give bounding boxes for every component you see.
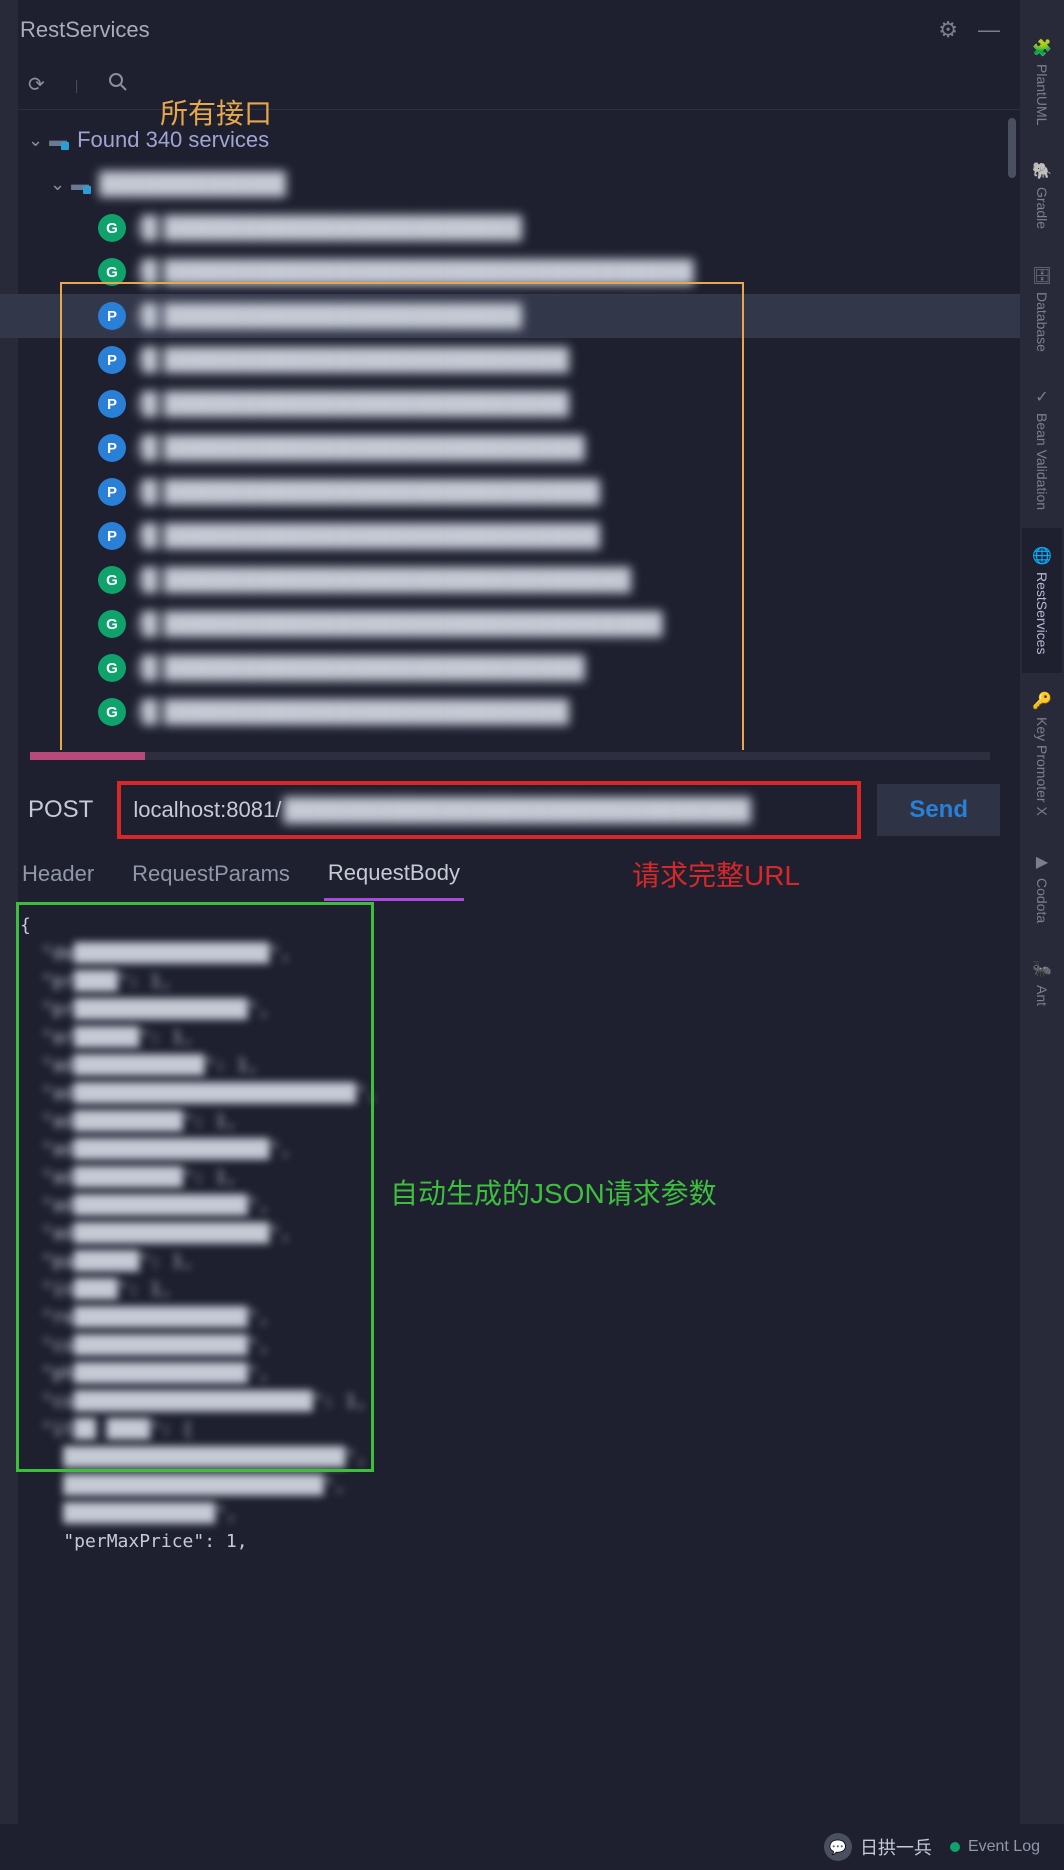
endpoint-row[interactable]: P /█ ██████████████████████████ bbox=[0, 382, 1020, 426]
tab-request-params[interactable]: RequestParams bbox=[128, 849, 294, 899]
horizontal-scrollbar[interactable] bbox=[30, 752, 990, 760]
tab-header[interactable]: Header bbox=[18, 849, 98, 899]
json-body-text[interactable]: { "de██████████████████", "pr████": 1, "… bbox=[20, 912, 1000, 1556]
wechat-icon: 💬 bbox=[824, 1833, 852, 1861]
panel-title: RestServices bbox=[20, 17, 150, 43]
tree-module[interactable]: ⌄ ▬ ████████████ bbox=[0, 162, 1020, 206]
post-badge-icon: P bbox=[98, 346, 126, 374]
endpoint-path: /█ ██████████████████████████████ bbox=[136, 567, 631, 593]
endpoint-row[interactable]: G /█ ███████████████████████████ bbox=[0, 646, 1020, 690]
post-badge-icon: P bbox=[98, 302, 126, 330]
database-icon: 🗄 bbox=[1032, 266, 1052, 286]
endpoint-path: /█ ████████████████████████████████ bbox=[136, 611, 663, 637]
event-log[interactable]: Event Log bbox=[950, 1838, 1040, 1856]
endpoint-row[interactable]: P /█ ████████████████████████████ bbox=[0, 514, 1020, 558]
post-badge-icon: P bbox=[98, 390, 126, 418]
endpoint-row[interactable]: G /█ ██████████████████████████████ bbox=[0, 558, 1020, 602]
toolbar: ⟳ | bbox=[0, 60, 1020, 110]
post-badge-icon: P bbox=[98, 522, 126, 550]
endpoint-row[interactable]: P /█ ███████████████████████████ bbox=[0, 426, 1020, 470]
post-badge-icon: P bbox=[98, 434, 126, 462]
request-tabs: Header RequestParams RequestBody 请求完整URL bbox=[0, 846, 1020, 902]
folder-icon: ▬ bbox=[49, 130, 69, 151]
right-sidebar: 🧩PlantUML🐘Gradle🗄Database✓Bean Validatio… bbox=[1020, 0, 1064, 1870]
sidebar-item-plantuml[interactable]: 🧩PlantUML bbox=[1022, 20, 1062, 143]
folder-icon: ▬ bbox=[71, 174, 91, 195]
endpoint-row[interactable]: G /█ ██████████████████████████ bbox=[0, 690, 1020, 734]
get-badge-icon: G bbox=[98, 610, 126, 638]
sidebar-item-codota[interactable]: ▶Codota bbox=[1024, 834, 1060, 941]
get-badge-icon: G bbox=[98, 214, 126, 242]
minimize-icon[interactable]: — bbox=[978, 17, 1000, 43]
ant-icon: 🐜 bbox=[1032, 959, 1052, 979]
get-badge-icon: G bbox=[98, 698, 126, 726]
bean-validation-icon: ✓ bbox=[1035, 387, 1048, 407]
get-badge-icon: G bbox=[98, 654, 126, 682]
tree-root[interactable]: ⌄ ▬ Found 340 services bbox=[0, 118, 1020, 162]
codota-icon: ▶ bbox=[1036, 852, 1048, 872]
endpoint-row[interactable]: P /█ ██████████████████████████ bbox=[0, 338, 1020, 382]
endpoint-path: /█ ███████████████████████ bbox=[136, 303, 522, 329]
endpoint-row[interactable]: P /█ ███████████████████████ bbox=[0, 294, 1020, 338]
sidebar-item-gradle[interactable]: 🐘Gradle bbox=[1022, 143, 1062, 247]
annotation-request-url: 请求完整URL bbox=[632, 854, 800, 894]
get-badge-icon: G bbox=[98, 566, 126, 594]
request-bar: POST localhost:8081/████████████████████… bbox=[0, 774, 1020, 846]
annotation-all-interfaces: 所有接口 bbox=[160, 92, 272, 132]
http-method: POST bbox=[20, 796, 101, 824]
gradle-icon: 🐘 bbox=[1032, 161, 1052, 181]
endpoint-path: /█ ██████████████████████████ bbox=[136, 347, 569, 373]
tab-request-body[interactable]: RequestBody bbox=[324, 848, 464, 901]
restservices-icon: 🌐 bbox=[1032, 546, 1052, 566]
get-badge-icon: G bbox=[98, 258, 126, 286]
endpoint-path: /█ ███████████████████████ bbox=[136, 215, 522, 241]
service-tree[interactable]: ⌄ ▬ Found 340 services ⌄ ▬ ████████████ … bbox=[0, 110, 1020, 750]
endpoint-path: /█ ██████████████████████████ bbox=[136, 699, 569, 725]
endpoint-path: /█ ██████████████████████████ bbox=[136, 391, 569, 417]
refresh-icon[interactable]: ⟳ bbox=[28, 72, 45, 97]
endpoint-path: /█ ████████████████████████████ bbox=[136, 523, 600, 549]
endpoint-row[interactable]: G /█ ███████████████████████ bbox=[0, 206, 1020, 250]
titlebar: RestServices ⚙ — bbox=[0, 0, 1020, 60]
request-body-area[interactable]: 自动生成的JSON请求参数 { "de██████████████████", … bbox=[0, 902, 1020, 1870]
url-input[interactable]: localhost:8081/█████████████████████████… bbox=[117, 781, 861, 839]
sidebar-item-bean-validation[interactable]: ✓Bean Validation bbox=[1024, 369, 1060, 528]
wechat-badge: 💬 日拱一兵 bbox=[824, 1833, 932, 1861]
sidebar-item-restservices[interactable]: 🌐RestServices bbox=[1022, 528, 1062, 672]
sidebar-item-database[interactable]: 🗄Database bbox=[1022, 248, 1062, 370]
key-promoter-x-icon: 🔑 bbox=[1032, 691, 1052, 711]
endpoint-row[interactable]: G /█ ██████████████████████████████████ bbox=[0, 250, 1020, 294]
endpoint-path: /█ ████████████████████████████ bbox=[136, 479, 600, 505]
status-bar: 💬 日拱一兵 Event Log bbox=[0, 1824, 1064, 1870]
search-icon[interactable] bbox=[108, 72, 128, 98]
post-badge-icon: P bbox=[98, 478, 126, 506]
endpoint-row[interactable]: G /█ ████████████████████████████████ bbox=[0, 602, 1020, 646]
scrollbar-thumb[interactable] bbox=[1008, 118, 1016, 178]
endpoint-path: /█ ███████████████████████████ bbox=[136, 655, 585, 681]
endpoint-path: /█ ██████████████████████████████████ bbox=[136, 259, 694, 285]
status-dot-icon bbox=[950, 1842, 960, 1852]
gear-icon[interactable]: ⚙ bbox=[938, 17, 958, 43]
sidebar-item-ant[interactable]: 🐜Ant bbox=[1022, 941, 1062, 1024]
plantuml-icon: 🧩 bbox=[1032, 38, 1052, 58]
send-button[interactable]: Send bbox=[877, 784, 1000, 836]
chevron-down-icon[interactable]: ⌄ bbox=[28, 130, 43, 151]
endpoint-row[interactable]: P /█ ████████████████████████████ bbox=[0, 470, 1020, 514]
chevron-down-icon[interactable]: ⌄ bbox=[50, 174, 65, 195]
sidebar-item-key-promoter-x[interactable]: 🔑Key Promoter X bbox=[1022, 673, 1062, 834]
endpoint-path: /█ ███████████████████████████ bbox=[136, 435, 585, 461]
tree-module-label: ████████████ bbox=[99, 171, 286, 197]
